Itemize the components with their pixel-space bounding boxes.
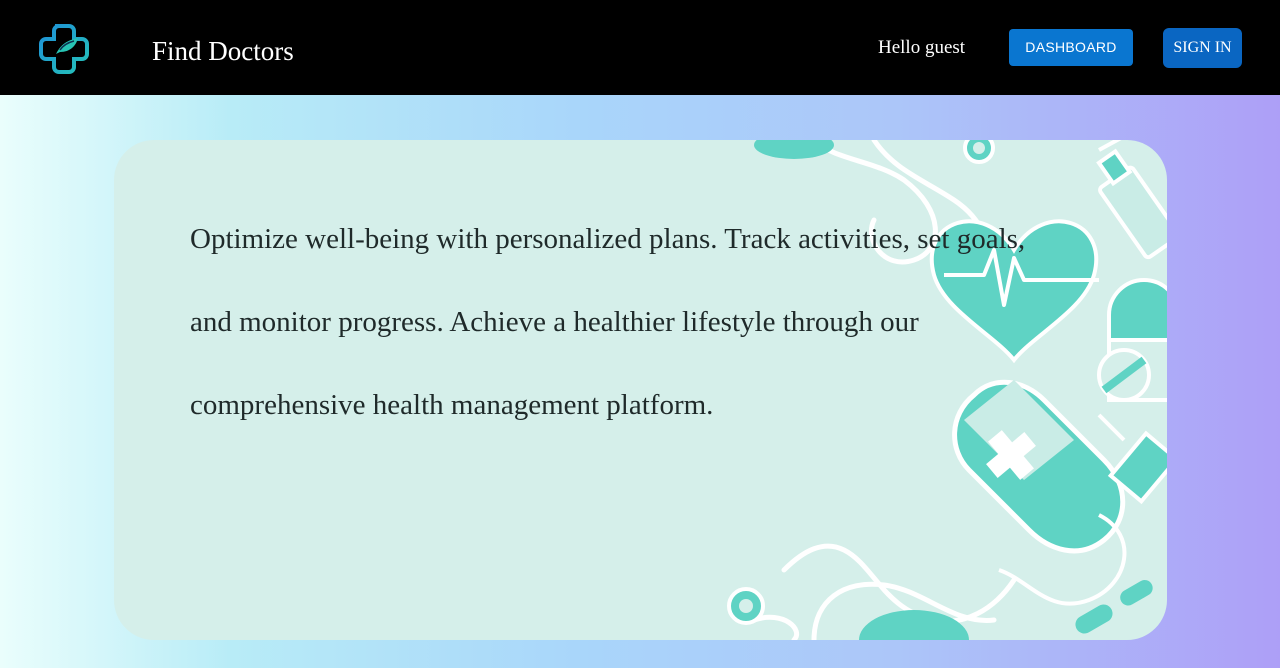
syringe-icon — [1096, 140, 1167, 260]
hero-card: Optimize well-being with personalized pl… — [114, 140, 1167, 640]
sign-in-button[interactable]: SIGN IN — [1163, 28, 1242, 68]
navbar: Find Doctors Hello guest DASHBOARD SIGN … — [0, 0, 1280, 95]
main-area: Optimize well-being with personalized pl… — [0, 95, 1280, 668]
dashboard-button[interactable]: DASHBOARD — [1009, 29, 1133, 66]
hero-description: Optimize well-being with personalized pl… — [190, 223, 1026, 421]
medical-cross-logo-icon[interactable] — [36, 20, 94, 78]
greeting-text: Hello guest — [878, 37, 966, 58]
pill-capsule-icon — [1097, 278, 1167, 402]
brand-title[interactable]: Find Doctors — [152, 34, 294, 68]
